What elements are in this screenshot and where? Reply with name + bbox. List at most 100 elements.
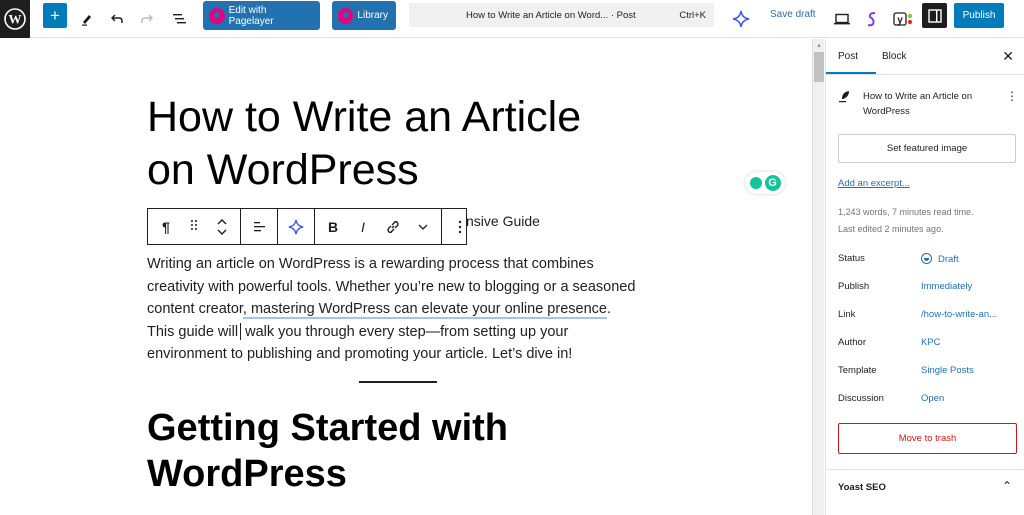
plugin-s-button[interactable] [864,6,880,32]
block-toolbar-group-align [241,209,278,244]
command-bar-shortcut: Ctrl+K [679,9,706,21]
drag-icon: ⠿ [188,218,200,234]
last-edited: Last edited 2 minutes ago. [838,224,944,234]
undo-button[interactable] [108,6,126,32]
svg-text:W: W [9,12,22,27]
ai-assistant-button[interactable] [730,6,752,32]
grammarly-g-icon: G [764,175,781,191]
plugin-s-icon [867,12,876,27]
sidebar-icon [927,8,942,23]
document-overview-button[interactable] [170,6,188,32]
editor-scrollbar[interactable]: ▲ [812,39,824,515]
link-button[interactable] [381,212,405,242]
scrollbar-thumb[interactable] [814,52,824,82]
yoast-seo-panel-header[interactable]: Yoast SEO [838,482,886,493]
preview-button[interactable] [832,6,852,32]
sparkle-icon [288,219,304,234]
add-excerpt-link[interactable]: Add an excerpt... [838,178,910,189]
link-label: Link [838,309,856,320]
paragraph-icon: ¶ [162,218,170,235]
paragraph-block-type-button[interactable]: ¶ [154,212,178,242]
discussion-value[interactable]: Open [921,393,944,404]
yoast-button[interactable]: y [892,6,916,32]
pagelayer-library-label: Library [357,10,388,21]
active-tab-indicator [826,72,876,74]
sidebar-tabs: Post Block ✕ [826,39,1024,75]
status-value-text: Draft [938,254,959,265]
italic-icon: I [361,218,365,235]
chevron-up-icon[interactable]: ⌃ [1002,479,1012,493]
template-label: Template [838,365,877,376]
undo-icon [111,14,123,23]
post-meta-info: 1,243 words, 7 minutes read time. Last e… [838,204,974,238]
block-toolbar: ¶ ⠿ B I [147,208,467,245]
save-draft-button[interactable]: Save draft [770,9,816,20]
add-block-button[interactable]: + [43,3,67,28]
post-title[interactable]: How to Write an Article on WordPress [147,91,627,197]
align-left-icon [254,221,265,231]
list-view-icon [173,14,186,24]
panel-divider [826,469,1024,470]
template-value[interactable]: Single Posts [921,365,974,376]
italic-button[interactable]: I [351,212,375,242]
tab-block[interactable]: Block [882,51,906,62]
block-options-button[interactable] [448,212,472,242]
pagelayer-logo-icon [209,7,225,24]
block-toolbar-group-ai [278,209,315,244]
intro-paragraph[interactable]: Writing an article on WordPress is a rew… [147,253,637,366]
publish-label: Publish [838,281,870,292]
chevron-up-down-icon [217,218,227,235]
set-featured-image-button[interactable]: Set featured image [838,134,1016,163]
author-label: Author [838,337,866,348]
grammarly-bulb-icon [749,177,762,189]
more-vertical-icon [458,220,462,233]
svg-text:y: y [897,15,903,26]
pagelayer-library-button[interactable]: Library [332,1,396,30]
tab-post[interactable]: Post [838,51,858,62]
yoast-icon: y [893,12,913,26]
heading-getting-started[interactable]: Getting Started with WordPress [147,405,627,497]
sparkle-icon [732,10,750,28]
status-value[interactable]: Draft [921,253,959,265]
grammarly-suggestion-underline[interactable]: , mastering WordPress can elevate your o… [242,301,607,319]
align-button[interactable] [247,212,271,242]
bold-button[interactable]: B [321,212,345,242]
command-palette-bar[interactable]: How to Write an Article on Word... · Pos… [409,3,714,27]
settings-sidebar: Post Block ✕ How to Write an Article on … [825,39,1024,515]
post-actions-menu-icon[interactable]: ⋮ [1006,89,1018,104]
settings-sidebar-toggle[interactable] [922,3,947,28]
plus-icon: + [50,5,60,25]
drag-handle[interactable]: ⠿ [182,212,206,242]
publish-value[interactable]: Immediately [921,281,972,292]
wordpress-icon: W [4,8,26,30]
edit-with-pagelayer-button[interactable]: Edit with Pagelayer [203,1,320,30]
chevron-down-icon [418,224,428,230]
publish-button[interactable]: Publish [954,3,1004,28]
block-toolbar-group-block: ¶ ⠿ [148,209,241,244]
tools-button[interactable] [78,6,96,32]
status-label: Status [838,253,865,264]
move-up-down-button[interactable] [210,212,234,242]
redo-button[interactable] [138,6,156,32]
word-count: 1,243 words, 7 minutes read time. [838,207,974,217]
block-toolbar-group-format: B I [315,209,442,244]
author-value[interactable]: KPC [921,337,941,348]
redo-icon [141,14,153,23]
scroll-up-arrow-icon[interactable]: ▲ [816,43,822,49]
block-toolbar-group-options [442,209,478,244]
editor-canvas[interactable]: How to Write an Article on WordPress nsi… [0,39,810,515]
laptop-icon [834,13,850,25]
pencil-icon [82,15,91,26]
wordpress-logo-button[interactable]: W [0,0,30,38]
move-to-trash-button[interactable]: Move to trash [838,423,1017,454]
ai-block-button[interactable] [284,212,308,242]
more-formatting-button[interactable] [411,212,435,242]
grammarly-widget[interactable]: G [745,172,785,194]
bold-icon: B [327,218,339,235]
edit-with-pagelayer-label: Edit with Pagelayer [228,4,274,27]
separator-block[interactable] [359,381,437,383]
close-sidebar-icon[interactable]: ✕ [1002,48,1014,65]
link-value[interactable]: /how-to-write-an... [921,309,997,320]
pagelayer-logo-icon [338,7,354,24]
draft-status-icon [921,253,932,264]
